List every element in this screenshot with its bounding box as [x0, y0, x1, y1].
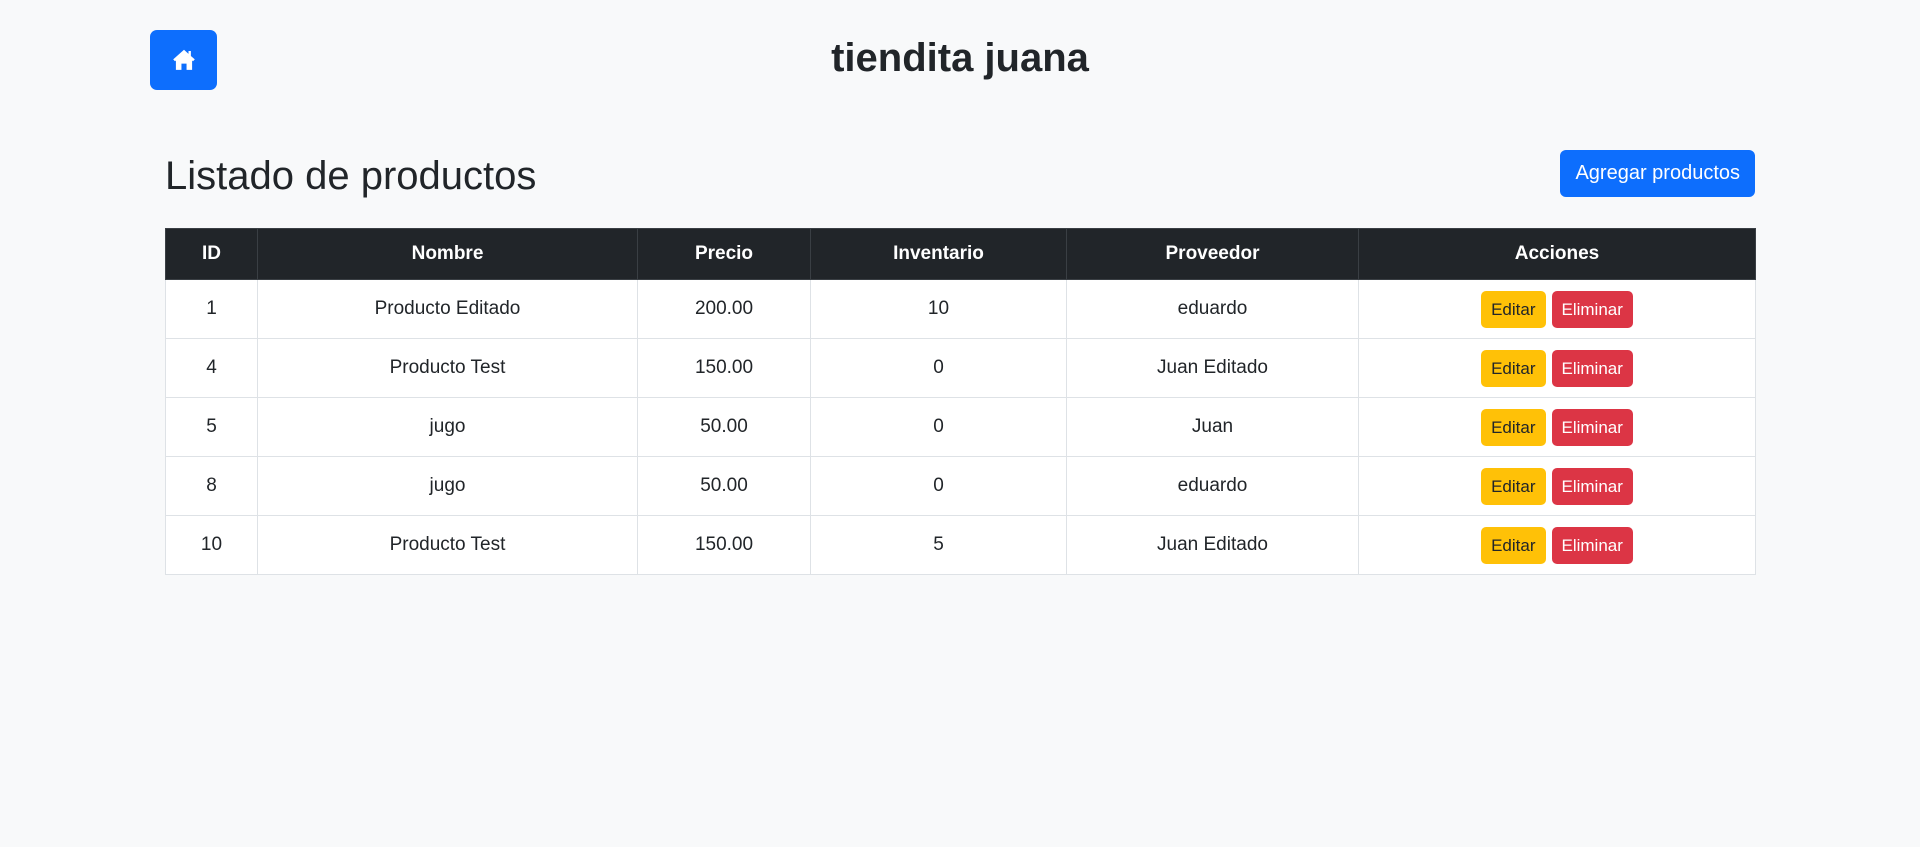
cell-id: 5 [165, 397, 258, 457]
cell-actions: Editar Eliminar [1358, 515, 1756, 575]
cell-precio: 150.00 [637, 515, 811, 575]
add-products-button[interactable]: Agregar productos [1560, 150, 1755, 197]
page-head: Listado de productos Agregar productos [165, 150, 1755, 228]
column-header-inventario: Inventario [810, 228, 1067, 280]
cell-id: 4 [165, 338, 258, 398]
cell-id: 1 [165, 279, 258, 339]
cell-actions: Editar Eliminar [1358, 279, 1756, 339]
cell-inventario: 0 [810, 397, 1067, 457]
column-header-proveedor: Proveedor [1066, 228, 1359, 280]
cell-nombre: Producto Test [257, 515, 638, 575]
delete-button[interactable]: Eliminar [1551, 526, 1633, 564]
cell-nombre: Producto Editado [257, 279, 638, 339]
cell-nombre: jugo [257, 456, 638, 516]
cell-precio: 50.00 [637, 456, 811, 516]
page-title: Listado de productos [165, 154, 537, 198]
cell-actions: Editar Eliminar [1358, 456, 1756, 516]
table-row: 4 Producto Test 150.00 0 Juan Editado Ed… [165, 338, 1756, 398]
column-header-acciones: Acciones [1358, 228, 1756, 280]
cell-inventario: 5 [810, 515, 1067, 575]
cell-nombre: Producto Test [257, 338, 638, 398]
edit-button[interactable]: Editar [1481, 408, 1546, 446]
cell-proveedor: eduardo [1066, 279, 1359, 339]
products-table: ID Nombre Precio Inventario Proveedor Ac… [165, 228, 1756, 575]
cell-id: 10 [165, 515, 258, 575]
cell-inventario: 0 [810, 338, 1067, 398]
cell-precio: 150.00 [637, 338, 811, 398]
cell-id: 8 [165, 456, 258, 516]
top-header: tiendita juana [0, 0, 1920, 115]
edit-button[interactable]: Editar [1481, 467, 1546, 505]
cell-proveedor: Juan [1066, 397, 1359, 457]
cell-proveedor: Juan Editado [1066, 338, 1359, 398]
table-row: 1 Producto Editado 200.00 10 eduardo Edi… [165, 279, 1756, 339]
cell-actions: Editar Eliminar [1358, 397, 1756, 457]
delete-button[interactable]: Eliminar [1551, 290, 1633, 328]
delete-button[interactable]: Eliminar [1551, 467, 1633, 505]
edit-button[interactable]: Editar [1481, 290, 1546, 328]
main-content: Listado de productos Agregar productos I… [165, 150, 1756, 575]
cell-proveedor: Juan Editado [1066, 515, 1359, 575]
edit-button[interactable]: Editar [1481, 526, 1546, 564]
cell-actions: Editar Eliminar [1358, 338, 1756, 398]
cell-proveedor: eduardo [1066, 456, 1359, 516]
app-title: tiendita juana [831, 36, 1089, 80]
table-header-row: ID Nombre Precio Inventario Proveedor Ac… [165, 228, 1756, 280]
column-header-id: ID [165, 228, 258, 280]
edit-button[interactable]: Editar [1481, 349, 1546, 387]
cell-precio: 50.00 [637, 397, 811, 457]
delete-button[interactable]: Eliminar [1551, 349, 1633, 387]
cell-nombre: jugo [257, 397, 638, 457]
cell-precio: 200.00 [637, 279, 811, 339]
column-header-precio: Precio [637, 228, 811, 280]
delete-button[interactable]: Eliminar [1551, 408, 1633, 446]
table-row: 10 Producto Test 150.00 5 Juan Editado E… [165, 515, 1756, 575]
table-row: 8 jugo 50.00 0 eduardo Editar Eliminar [165, 456, 1756, 516]
cell-inventario: 10 [810, 279, 1067, 339]
cell-inventario: 0 [810, 456, 1067, 516]
table-row: 5 jugo 50.00 0 Juan Editar Eliminar [165, 397, 1756, 457]
column-header-nombre: Nombre [257, 228, 638, 280]
